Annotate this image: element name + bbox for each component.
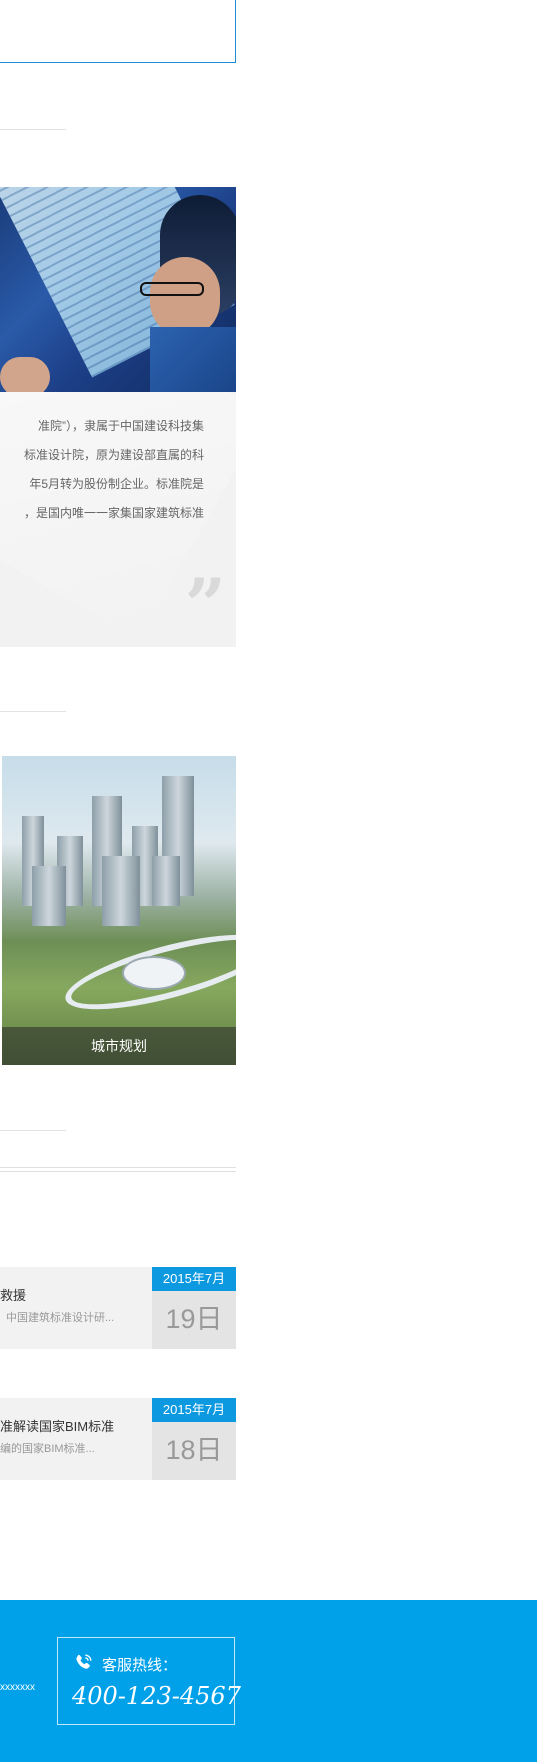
about-text: 准院”），隶属于中国建设科技集 标准设计院，原为建设部直属的科 年5月转为股份制… (0, 412, 204, 528)
about-line: 标准设计院，原为建设部直属的科 (23, 448, 204, 462)
footer-address: xxxxxxx (0, 1682, 35, 1693)
news-day: 19日 (165, 1304, 223, 1334)
section-divider (0, 711, 66, 712)
hotline-label: 客服热线： (102, 1657, 178, 1674)
news-title[interactable]: 救援 (0, 1285, 26, 1304)
hotline-box[interactable]: 客服热线： 400-123-4567 (57, 1637, 241, 1725)
about-line: ，是国内唯一一家集国家建筑标准 (23, 506, 204, 520)
footer: xxxxxxx 客服热线： 400-123-4567 (0, 1600, 537, 1762)
news-item[interactable]: 救援 中国建筑标准设计研... 2015年7月 19日 (0, 1267, 236, 1349)
about-line: 准院”），隶属于中国建设科技集 (38, 419, 204, 433)
about-image (0, 187, 236, 392)
quote-mark-icon: ” (184, 562, 226, 647)
section-divider (0, 129, 66, 130)
section-divider (0, 1130, 66, 1131)
hotline-number[interactable]: 400-123-4567 (72, 1682, 241, 1710)
news-month: 2015年7月 (152, 1398, 236, 1422)
section-divider (0, 1167, 236, 1168)
news-month: 2015年7月 (152, 1267, 236, 1291)
news-title[interactable]: 准解读国家BIM标准 (0, 1416, 114, 1435)
news-summary: 编的国家BIM标准... (0, 1443, 95, 1455)
news-item[interactable]: 准解读国家BIM标准 编的国家BIM标准... 2015年7月 18日 (0, 1398, 236, 1480)
about-line: 年5月转为股份制企业。标准院是 (29, 477, 204, 491)
about-quote: 准院”），隶属于中国建设科技集 标准设计院，原为建设部直属的科 年5月转为股份制… (0, 392, 236, 647)
news-date: 2015年7月 19日 (152, 1267, 236, 1349)
project-caption: 城市规划 (2, 1027, 236, 1065)
news-date: 2015年7月 18日 (152, 1398, 236, 1480)
project-card[interactable]: 城市规划 (2, 756, 236, 1065)
news-day: 18日 (165, 1435, 223, 1465)
search-box[interactable] (0, 0, 236, 63)
news-summary: 中国建筑标准设计研... (6, 1312, 115, 1324)
phone-icon (76, 1654, 92, 1669)
section-divider (0, 1171, 236, 1172)
